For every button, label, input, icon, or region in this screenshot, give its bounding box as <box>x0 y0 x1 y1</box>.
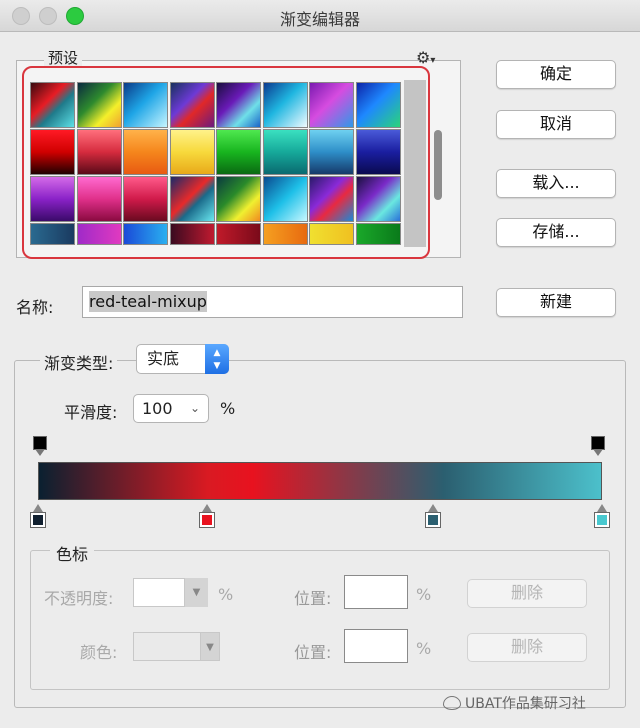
color-location-label: 位置: <box>294 643 332 662</box>
color-stop[interactable] <box>424 504 441 528</box>
color-stop[interactable] <box>30 504 46 528</box>
presets-label: 预设 <box>44 47 83 68</box>
up-down-arrows-icon: ▲ ▼ <box>205 344 229 374</box>
opacity-location-label: 位置: <box>294 589 332 608</box>
gear-icon[interactable]: ⚙▾ <box>416 48 435 67</box>
ok-button[interactable]: 确定 <box>496 60 616 89</box>
presets-highlight-annotation <box>22 66 430 259</box>
load-button[interactable]: 载入... <box>496 169 616 198</box>
color-stop[interactable] <box>199 504 216 528</box>
gradient-bar[interactable] <box>38 462 602 500</box>
opacity-field[interactable]: ▼ <box>133 578 208 607</box>
name-input[interactable]: red-teal-mixup <box>82 286 463 318</box>
opacity-unit: % <box>218 585 234 604</box>
color-label: 颜色: <box>80 643 118 662</box>
smoothness-unit: % <box>220 399 236 418</box>
opacity-stop-left[interactable] <box>33 436 47 458</box>
color-stop[interactable] <box>594 504 610 528</box>
opacity-location-unit: % <box>416 585 432 604</box>
title-bar: 渐变编辑器 <box>0 0 640 32</box>
name-label: 名称: <box>16 298 54 317</box>
chevron-down-icon: ▼ <box>184 578 208 607</box>
chevron-down-icon: ⌄ <box>189 401 200 415</box>
new-button[interactable]: 新建 <box>496 288 616 317</box>
opacity-stop-right[interactable] <box>591 436 605 458</box>
save-button[interactable]: 存储... <box>496 218 616 247</box>
opacity-location-input[interactable] <box>344 575 408 609</box>
name-input-value: red-teal-mixup <box>89 291 207 312</box>
gradient-type-label: 渐变类型: <box>40 350 118 374</box>
stops-label: 色标 <box>50 541 95 565</box>
cancel-button[interactable]: 取消 <box>496 110 616 139</box>
watermark-text: UBAT作品集研习社 <box>465 696 586 712</box>
wechat-icon <box>443 696 461 710</box>
delete-opacity-stop-button[interactable]: 删除 <box>467 579 587 608</box>
watermark: UBAT作品集研习社 <box>443 693 586 713</box>
stops-group <box>30 550 610 690</box>
smoothness-label: 平滑度: <box>64 403 118 422</box>
presets-scrollbar-thumb[interactable] <box>434 130 442 200</box>
color-location-unit: % <box>416 639 432 658</box>
color-location-input[interactable] <box>344 629 408 663</box>
color-well[interactable]: ▼ <box>133 632 220 661</box>
smoothness-value: 100 <box>142 399 173 418</box>
gradient-type-value: 实底 <box>147 349 180 368</box>
smoothness-select[interactable]: 100 ⌄ <box>133 394 209 423</box>
gradient-type-select[interactable]: 实底 ▲ ▼ <box>136 344 229 374</box>
window-title: 渐变编辑器 <box>279 10 360 29</box>
opacity-label: 不透明度: <box>44 589 114 608</box>
delete-color-stop-button[interactable]: 删除 <box>467 633 587 662</box>
chevron-down-icon: ▼ <box>200 632 220 661</box>
